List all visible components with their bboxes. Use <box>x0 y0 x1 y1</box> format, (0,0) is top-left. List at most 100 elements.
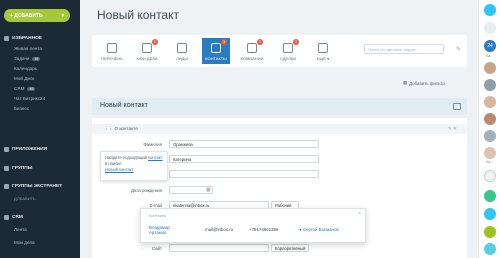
pin-icon[interactable]: ✎ <box>456 46 461 53</box>
tooltip-contact-link[interactable]: контакт <box>148 155 163 160</box>
close-icon[interactable]: × <box>358 211 361 217</box>
counter-badge: 3 <box>293 39 299 45</box>
counter-badge: 3 <box>257 39 263 45</box>
section-tools[interactable]: ✎ ✕ <box>448 126 457 132</box>
page-title: Новый контакт <box>97 8 179 22</box>
sidebar-item-tasks[interactable]: Задачи 45 <box>14 56 41 61</box>
label-birthdate: Дата рождения <box>131 188 162 193</box>
plus-icon[interactable] <box>484 208 496 220</box>
sidebar-section-favorites[interactable]: ИЗБРАННОЕ <box>4 36 42 41</box>
avatar[interactable] <box>484 96 496 108</box>
sidebar-item-crm-mydeals[interactable]: Мои дела <box>14 240 35 245</box>
lastname-field[interactable]: Оранжева <box>169 140 319 148</box>
left-sidebar: + ДОБАВИТЬ ▾ ИЗБРАННОЕ Живая лента Задач… <box>0 0 80 258</box>
call-icon[interactable] <box>484 190 496 202</box>
site-field[interactable] <box>169 244 269 252</box>
sidebar-section-label: ИЗБРАННОЕ <box>12 36 43 41</box>
right-rail: 24 Ва… Ка… <box>478 0 500 258</box>
section-about[interactable]: ⋮⋮ О контакте ✎ ✕ <box>92 124 467 134</box>
tab-more[interactable]: ЕЩЕ ▾ <box>309 38 337 64</box>
sidebar-section-groups[interactable]: ГРУППЫ <box>4 166 32 171</box>
sidebar-section-extranet[interactable]: ГРУППЫ ЭКСТРАНЕТ <box>4 184 62 189</box>
crm-icon[interactable] <box>484 226 496 238</box>
sidebar-item-chat[interactable]: Чат Битрикс24 <box>14 96 45 101</box>
extranet-icon <box>4 184 9 189</box>
add-filter-label: Добавить фильтр <box>409 80 445 86</box>
popup-name-line: Артамов <box>149 230 167 235</box>
site-type-select[interactable]: Корпоративный <box>271 244 309 252</box>
sidebar-item-label: Задачи <box>14 56 30 61</box>
tab-contacts[interactable]: 3 КОНТАКТЫ <box>202 38 230 64</box>
sidebar-item-feed[interactable]: Живая лента <box>14 46 42 51</box>
popup-contact-name[interactable]: Владимир Артамов <box>149 225 170 235</box>
avatar[interactable] <box>484 113 496 125</box>
tab-label: ЛИДЫ <box>176 56 188 61</box>
sidebar-item-disk[interactable]: Мой Диск <box>14 76 34 81</box>
tab-deals[interactable]: 3 СДЕЛКИ <box>274 38 302 64</box>
sidebar-item-crm-feed[interactable]: Лента <box>14 227 27 232</box>
sidebar-section-label: ГРУППЫ ЭКСТРАНЕТ <box>12 184 63 189</box>
sidebar-item-calendar[interactable]: Календарь <box>14 66 37 71</box>
tooltip-text: Найдите подходящий <box>105 155 147 160</box>
tooltip-text: в поиске <box>105 161 122 166</box>
add-button[interactable]: + ДОБАВИТЬ ▾ <box>4 9 70 22</box>
sidebar-item-business[interactable]: Бизнес <box>14 106 29 111</box>
counter-badge: 45 <box>32 56 41 61</box>
tab-label: ПЕРЕЧЕНЬ <box>101 56 123 61</box>
avatar[interactable] <box>484 62 496 74</box>
tab-list[interactable]: ПЕРЕЧЕНЬ <box>98 38 126 64</box>
tooltip-new-contact-link[interactable]: Новый контакт <box>105 167 134 172</box>
leads-icon <box>177 43 187 53</box>
form-menu-icon[interactable] <box>453 103 461 110</box>
rail-label: Ва… <box>486 54 494 58</box>
star-icon <box>4 36 9 41</box>
sidebar-section-crm[interactable]: CRM <box>4 215 23 220</box>
sidebar-item-label: Чат Битрикс24 <box>14 96 46 101</box>
sidebar-item-label: Живая лента <box>14 46 42 51</box>
sidebar-item-crm[interactable]: CRM 45 <box>14 86 36 91</box>
tab-my-deals[interactable]: 2 МОИ ДЕЛА <box>133 38 161 64</box>
sidebar-section-label: ПРИЛОЖЕНИЯ <box>12 147 48 152</box>
calendar-icon[interactable]: ▦ <box>206 187 211 193</box>
sidebar-section-label: ГРУППЫ <box>12 166 33 171</box>
add-filter-link[interactable]: ▦ Добавить фильтр <box>403 80 445 86</box>
chevron-down-icon: ▾ <box>61 12 64 19</box>
notifications-icon[interactable] <box>484 4 496 16</box>
popup-title: Контакты <box>149 213 167 218</box>
search-input[interactable]: Поиск по сделкам, лидам... <box>364 44 444 54</box>
dots-icon[interactable] <box>484 170 496 182</box>
sidebar-item-label: Календарь <box>14 66 38 71</box>
tab-label: МОИ ДЕЛА <box>136 56 158 61</box>
avatar[interactable] <box>484 147 496 159</box>
section-title: О контакте <box>114 126 138 131</box>
label-lastname: Фамилия <box>143 142 162 147</box>
messenger-counter[interactable]: 24 <box>484 40 496 52</box>
tab-label: КОНТАКТЫ <box>205 56 227 61</box>
sidebar-item-label: Мои дела <box>14 240 35 245</box>
bottom-avatar[interactable] <box>484 243 496 255</box>
handshake-icon <box>283 43 293 53</box>
sidebar-extranet-add[interactable]: ДОБАВИТЬ <box>14 196 36 201</box>
contacts-icon <box>211 43 221 53</box>
form-header: Новый контакт <box>92 98 467 115</box>
firstname-field[interactable]: Катерина <box>169 155 319 163</box>
middlename-field[interactable] <box>169 170 319 178</box>
tab-companies[interactable]: 3 КОМПАНИИ <box>238 38 266 64</box>
tab-leads[interactable]: ЛИДЫ <box>168 38 196 64</box>
apps-icon <box>4 147 9 152</box>
counter-badge: 45 <box>27 86 36 91</box>
form-title: Новый контакт <box>100 102 148 109</box>
user-icon: ● <box>299 227 302 232</box>
avatar[interactable] <box>484 79 496 91</box>
popup-link-label: Сергей Басманов <box>302 227 339 232</box>
avatar[interactable] <box>484 130 496 142</box>
popup-responsible-link[interactable]: ● Сергей Басманов <box>299 227 339 232</box>
counter-badge: 3 <box>221 39 227 45</box>
activity-icon <box>142 43 152 53</box>
rail-label: Ка… <box>486 160 494 164</box>
duplicate-hint-tooltip: Найдите подходящий контакт в поиске Новы… <box>100 151 168 181</box>
sidebar-section-label: CRM <box>12 215 23 220</box>
sidebar-section-apps[interactable]: ПРИЛОЖЕНИЯ <box>4 147 47 152</box>
drag-handle-icon[interactable]: ⋮⋮ <box>104 126 114 131</box>
avatar[interactable] <box>484 22 496 34</box>
